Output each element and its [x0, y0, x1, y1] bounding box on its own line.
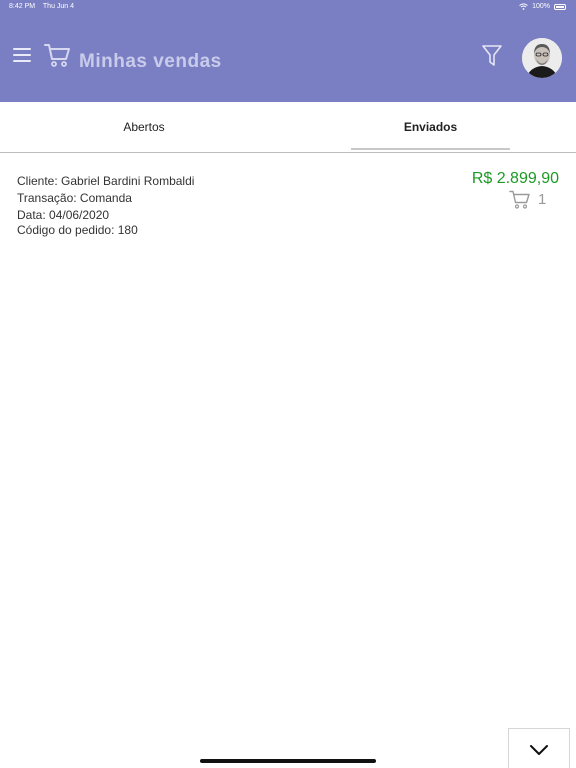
home-indicator [200, 759, 376, 763]
order-item-count: 1 [509, 190, 546, 209]
tab-bar: Abertos Enviados [0, 102, 576, 153]
avatar-photo-icon [522, 38, 562, 78]
order-client: Cliente: Gabriel Bardini Rombaldi [17, 174, 195, 188]
wifi-icon [519, 3, 528, 10]
order-list-item[interactable]: Cliente: Gabriel Bardini Rombaldi Transa… [0, 170, 576, 240]
status-bar: 8:42 PM Thu Jun 4 100% [0, 0, 576, 14]
battery-icon [554, 3, 566, 10]
tab-abertos[interactable]: Abertos [0, 102, 288, 152]
tab-selected-indicator [351, 148, 510, 150]
battery-percent: 100% [532, 3, 550, 10]
filter-funnel-icon[interactable] [482, 45, 502, 67]
order-transaction: Transação: Comanda [17, 191, 132, 205]
user-avatar[interactable] [522, 38, 562, 78]
shopping-cart-icon [509, 190, 530, 209]
status-time: 8:42 PM [9, 3, 36, 10]
order-date: Data: 04/06/2020 [17, 208, 110, 222]
status-date: Thu Jun 4 [42, 3, 75, 10]
expand-button[interactable] [508, 728, 570, 768]
order-price: R$ 2.899,90 [471, 170, 559, 187]
shopping-cart-icon [44, 44, 70, 67]
page-title: Minhas vendas [79, 51, 222, 72]
chevron-down-icon [530, 745, 548, 755]
app-bar: Minhas vendas [0, 14, 576, 102]
order-code: Código do pedido: 180 [17, 223, 138, 237]
tab-enviados[interactable]: Enviados [351, 102, 510, 152]
order-item-count-value: 1 [538, 191, 547, 208]
hamburger-menu-icon[interactable] [13, 48, 31, 62]
